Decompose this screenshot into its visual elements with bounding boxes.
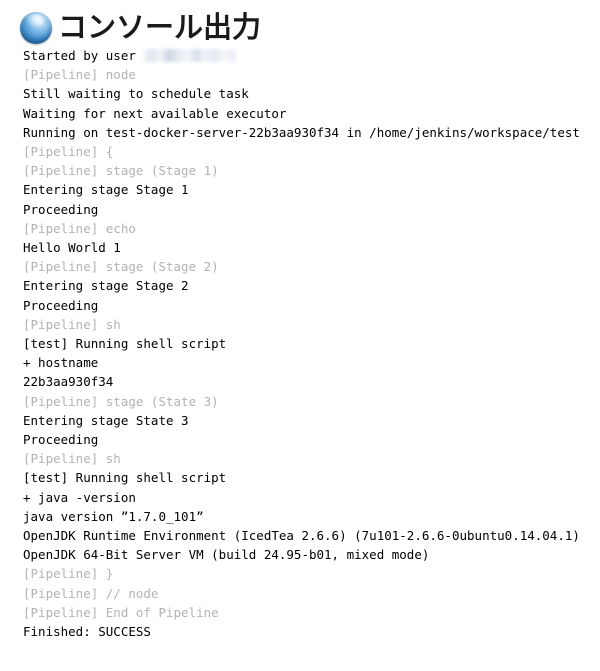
blue-sphere-icon bbox=[20, 11, 52, 44]
console-log-line: Entering stage Stage 2 bbox=[23, 276, 600, 295]
console-log-text: Entering stage State 3 bbox=[23, 412, 189, 428]
console-log-text: Entering stage Stage 1 bbox=[23, 182, 189, 198]
redacted-username bbox=[144, 49, 237, 62]
console-log-line: [Pipeline] echo bbox=[23, 219, 600, 238]
console-log-text: Started by user bbox=[23, 48, 144, 63]
console-log-text: Proceeding bbox=[23, 297, 99, 313]
console-log-line: + hostname bbox=[23, 353, 600, 372]
console-log-line: Still waiting to schedule task bbox=[23, 84, 600, 103]
console-log-line: [Pipeline] } bbox=[23, 564, 600, 583]
console-log-text: [test] Running shell script bbox=[23, 470, 227, 486]
console-log-text: + java -version bbox=[23, 489, 136, 505]
console-log-text: [Pipeline] End of Pipeline bbox=[23, 604, 219, 620]
console-log-line: + java -version bbox=[23, 488, 600, 507]
console-log-text: + hostname bbox=[23, 355, 99, 371]
console-log-text: Proceeding bbox=[23, 432, 99, 448]
console-log-line: Proceeding bbox=[23, 296, 600, 315]
page-title: コンソール出力 bbox=[58, 10, 262, 44]
console-log-line: [Pipeline] stage (Stage 2) bbox=[23, 257, 600, 276]
console-log-text: [Pipeline] } bbox=[23, 566, 114, 582]
console-log-line: Started by user bbox=[23, 46, 600, 65]
console-log-text: java version ”1.7.0_101” bbox=[23, 508, 204, 524]
console-log-line: [test] Running shell script bbox=[23, 334, 600, 353]
console-log-line: Entering stage State 3 bbox=[23, 411, 600, 430]
console-log-text: Entering stage Stage 2 bbox=[23, 278, 189, 294]
page-header: コンソール出力 bbox=[0, 0, 600, 46]
console-log-text: [Pipeline] echo bbox=[23, 220, 136, 236]
console-log-line: [test] Running shell script bbox=[23, 468, 600, 487]
console-log-line: Entering stage Stage 1 bbox=[23, 180, 600, 199]
console-log-line: [Pipeline] node bbox=[23, 65, 600, 84]
console-log-text: OpenJDK 64-Bit Server VM (build 24.95-b0… bbox=[23, 547, 430, 563]
console-log-line: [Pipeline] sh bbox=[23, 449, 600, 468]
console-log-text: Proceeding bbox=[23, 201, 99, 217]
console-log-line: [Pipeline] // node bbox=[23, 584, 600, 603]
console-log-text: [Pipeline] sh bbox=[23, 451, 121, 467]
console-log-text: [Pipeline] sh bbox=[23, 316, 121, 332]
console-log-line: Proceeding bbox=[23, 430, 600, 449]
console-log-line: [Pipeline] sh bbox=[23, 315, 600, 334]
console-log-text: Waiting for next available executor bbox=[23, 105, 287, 121]
console-log-line: OpenJDK Runtime Environment (IcedTea 2.6… bbox=[23, 526, 600, 545]
console-log-line: 22b3aa930f34 bbox=[23, 372, 600, 391]
console-log-text: [Pipeline] stage (Stage 2) bbox=[23, 259, 219, 275]
console-output-log: Started by user [Pipeline] node Still wai… bbox=[0, 46, 600, 641]
console-log-text: [Pipeline] { bbox=[23, 144, 114, 160]
console-log-line: OpenJDK 64-Bit Server VM (build 24.95-b0… bbox=[23, 545, 600, 564]
console-log-line: [Pipeline] stage (Stage 1) bbox=[23, 161, 600, 180]
console-log-text: [Pipeline] stage (Stage 1) bbox=[23, 163, 219, 179]
console-log-line: Hello World 1 bbox=[23, 238, 600, 257]
console-log-text: [Pipeline] stage (State 3) bbox=[23, 393, 219, 409]
console-log-line: Waiting for next available executor bbox=[23, 104, 600, 123]
console-log-text: Still waiting to schedule task bbox=[23, 86, 249, 102]
console-log-text: [test] Running shell script bbox=[23, 336, 227, 352]
console-log-text: Running on test-docker-server-22b3aa930f… bbox=[23, 124, 580, 140]
console-log-text: [Pipeline] // node bbox=[23, 585, 159, 601]
console-log-line: [Pipeline] End of Pipeline bbox=[23, 603, 600, 622]
console-log-text: Hello World 1 bbox=[23, 240, 121, 256]
console-log-line: Running on test-docker-server-22b3aa930f… bbox=[23, 123, 600, 142]
console-log-line: [Pipeline] { bbox=[23, 142, 600, 161]
console-log-text: OpenJDK Runtime Environment (IcedTea 2.6… bbox=[23, 528, 580, 544]
console-log-text: Finished: SUCCESS bbox=[23, 624, 151, 640]
console-log-line: [Pipeline] stage (State 3) bbox=[23, 392, 600, 411]
console-log-line: Proceeding bbox=[23, 200, 600, 219]
console-log-line: java version ”1.7.0_101” bbox=[23, 507, 600, 526]
console-log-text: 22b3aa930f34 bbox=[23, 374, 114, 390]
console-log-text: [Pipeline] node bbox=[23, 67, 136, 83]
console-log-line: Finished: SUCCESS bbox=[23, 622, 600, 641]
